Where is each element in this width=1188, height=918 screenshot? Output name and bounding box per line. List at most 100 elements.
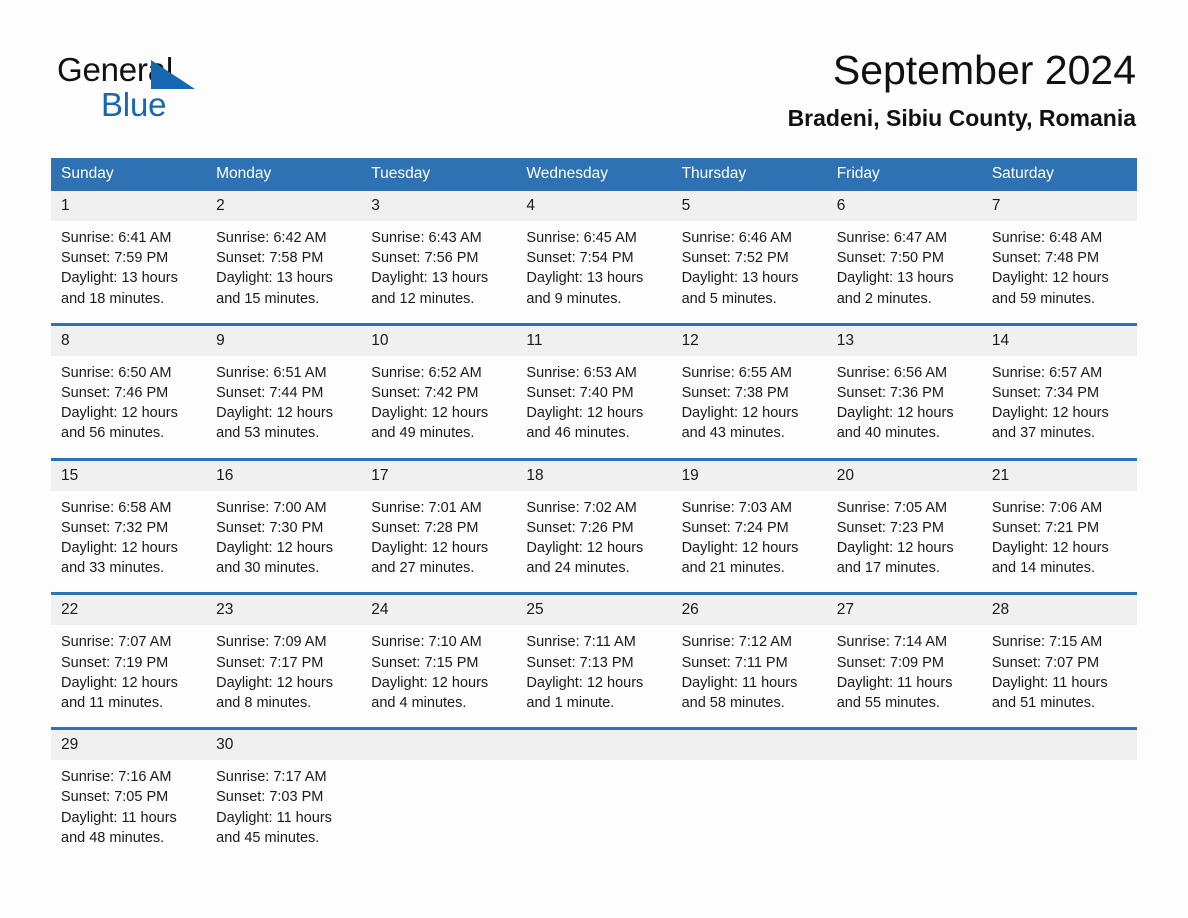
- sunrise-text: Sunrise: 6:48 AM: [991, 230, 1103, 246]
- calendar-day-cell[interactable]: 14 Sunrise: 6:57 AM Sunset: 7:34 PM Dayligh…: [981, 322, 1137, 460]
- daylight-text: Daylight: 12 hours and 14 minutes.: [991, 540, 1109, 577]
- sunset-text: Sunset: 7:24 PM: [681, 519, 789, 536]
- day-number: 30: [206, 730, 362, 761]
- day-details: Sunrise: 6:51 AM Sunset: 7:44 PM Daylight:…: [206, 356, 361, 458]
- day-number: 3: [361, 191, 517, 221]
- calendar-day-cell[interactable]: 12 Sunrise: 6:55 AM Sunset: 7:38 PM Dayligh…: [671, 322, 827, 460]
- calendar-day-cell[interactable]: 22 Sunrise: 7:07 AM Sunset: 7:19 PM Dayligh…: [51, 592, 207, 729]
- calendar-day-cell[interactable]: 3 Sunrise: 6:43 AM Sunset: 7:56 PM Daylight…: [361, 191, 517, 325]
- daylight-text: Daylight: 12 hours and 33 minutes.: [61, 540, 178, 577]
- day-number: 15: [51, 460, 207, 491]
- day-details: [516, 760, 671, 781]
- calendar-day-cell-empty: [826, 727, 982, 863]
- weekday-header-thursday: Thursday: [671, 158, 827, 191]
- page-header: General Blue September 2024 Bradeni, Sib…: [0, 0, 1188, 155]
- weekday-header-friday: Friday: [826, 158, 982, 191]
- sunrise-text: Sunrise: 7:15 AM: [991, 634, 1103, 651]
- calendar-day-cell[interactable]: 2 Sunrise: 6:42 AM Sunset: 7:58 PM Daylight…: [206, 191, 362, 325]
- daylight-text: Daylight: 13 hours and 2 minutes.: [836, 270, 954, 307]
- day-number: 16: [206, 460, 362, 491]
- calendar-day-cell-empty: [671, 727, 827, 863]
- daylight-text: Daylight: 11 hours and 51 minutes.: [991, 674, 1108, 712]
- day-details: Sunrise: 6:50 AM Sunset: 7:46 PM Daylight:…: [51, 356, 206, 458]
- calendar-header-row: Sunday Monday Tuesday Wednesday Thursday…: [51, 158, 1137, 191]
- calendar-day-cell[interactable]: 27 Sunrise: 7:14 AM Sunset: 7:09 PM Dayligh…: [826, 592, 982, 729]
- sunrise-text: Sunrise: 6:46 AM: [681, 230, 792, 246]
- calendar-day-cell[interactable]: 21 Sunrise: 7:06 AM Sunset: 7:21 PM Dayligh…: [981, 457, 1137, 594]
- calendar-day-cell[interactable]: 1 Sunrise: 6:41 AM Sunset: 7:59 PM Daylight…: [51, 191, 207, 325]
- calendar-day-cell[interactable]: 29 Sunrise: 7:16 AM Sunset: 7:05 PM Dayligh…: [51, 727, 207, 863]
- day-details: Sunrise: 7:05 AM Sunset: 7:23 PM Daylight:…: [827, 491, 982, 593]
- daylight-text: Daylight: 12 hours and 43 minutes.: [681, 405, 799, 442]
- day-details: Sunrise: 6:56 AM Sunset: 7:36 PM Daylight:…: [827, 356, 982, 458]
- daylight-text: Daylight: 12 hours and 24 minutes.: [526, 540, 644, 577]
- day-details: Sunrise: 6:47 AM Sunset: 7:50 PM Daylight:…: [827, 221, 982, 323]
- sunrise-text: Sunrise: 6:41 AM: [61, 230, 172, 246]
- day-details: Sunrise: 6:42 AM Sunset: 7:58 PM Daylight:…: [206, 221, 361, 323]
- calendar-day-cell[interactable]: 24 Sunrise: 7:10 AM Sunset: 7:15 PM Dayligh…: [361, 592, 517, 729]
- calendar-day-cell[interactable]: 19 Sunrise: 7:03 AM Sunset: 7:24 PM Dayligh…: [671, 457, 827, 594]
- calendar-day-cell[interactable]: 30 Sunrise: 7:17 AM Sunset: 7:03 PM Dayligh…: [206, 727, 362, 863]
- calendar-day-cell[interactable]: 20 Sunrise: 7:05 AM Sunset: 7:23 PM Dayligh…: [826, 457, 982, 594]
- calendar-week-row: 8 Sunrise: 6:50 AM Sunset: 7:46 PM Daylight…: [51, 322, 1137, 460]
- day-details: [672, 760, 827, 781]
- sunset-text: Sunset: 7:32 PM: [61, 519, 169, 536]
- calendar-day-cell[interactable]: 26 Sunrise: 7:12 AM Sunset: 7:11 PM Dayligh…: [671, 592, 827, 729]
- daylight-text: Daylight: 12 hours and 40 minutes.: [836, 405, 954, 442]
- page-subtitle: Bradeni, Sibiu County, Romania: [787, 105, 1136, 131]
- calendar-day-cell[interactable]: 25 Sunrise: 7:11 AM Sunset: 7:13 PM Dayligh…: [516, 592, 672, 729]
- day-details: Sunrise: 7:09 AM Sunset: 7:17 PM Daylight:…: [206, 625, 361, 727]
- daylight-text: Daylight: 11 hours and 45 minutes.: [216, 809, 332, 846]
- day-number: [516, 730, 672, 761]
- day-details: Sunrise: 7:10 AM Sunset: 7:15 PM Daylight:…: [361, 625, 516, 727]
- weekday-header-saturday: Saturday: [981, 158, 1137, 191]
- sunrise-text: Sunrise: 7:01 AM: [371, 499, 482, 516]
- calendar-day-cell[interactable]: 13 Sunrise: 6:56 AM Sunset: 7:36 PM Dayligh…: [826, 322, 982, 460]
- day-details: Sunrise: 7:12 AM Sunset: 7:11 PM Daylight:…: [672, 625, 827, 727]
- day-number: 9: [206, 325, 362, 356]
- day-details: Sunrise: 7:16 AM Sunset: 7:05 PM Daylight:…: [51, 760, 206, 862]
- daylight-text: Daylight: 12 hours and 27 minutes.: [371, 540, 489, 577]
- day-details: Sunrise: 6:57 AM Sunset: 7:34 PM Daylight:…: [982, 356, 1137, 458]
- sunset-text: Sunset: 7:34 PM: [991, 385, 1100, 402]
- day-details: Sunrise: 7:11 AM Sunset: 7:13 PM Daylight:…: [516, 625, 671, 727]
- calendar-day-cell[interactable]: 9 Sunrise: 6:51 AM Sunset: 7:44 PM Daylight…: [206, 322, 362, 460]
- calendar-week-row: 29 Sunrise: 7:16 AM Sunset: 7:05 PM Dayligh…: [51, 727, 1137, 863]
- calendar-day-cell-empty: [361, 727, 517, 863]
- calendar-day-cell[interactable]: 17 Sunrise: 7:01 AM Sunset: 7:28 PM Dayligh…: [361, 457, 517, 594]
- day-number: 13: [826, 325, 982, 356]
- calendar-day-cell[interactable]: 4 Sunrise: 6:45 AM Sunset: 7:54 PM Daylight…: [516, 191, 672, 325]
- sunset-text: Sunset: 7:17 PM: [216, 654, 324, 671]
- calendar-day-cell[interactable]: 8 Sunrise: 6:50 AM Sunset: 7:46 PM Daylight…: [51, 322, 207, 460]
- calendar-body: 1 Sunrise: 6:41 AM Sunset: 7:59 PM Daylight…: [51, 191, 1137, 863]
- calendar-day-cell[interactable]: 18 Sunrise: 7:02 AM Sunset: 7:26 PM Dayligh…: [516, 457, 672, 594]
- calendar-day-cell[interactable]: 10 Sunrise: 6:52 AM Sunset: 7:42 PM Dayligh…: [361, 322, 517, 460]
- day-number: [826, 730, 982, 761]
- day-details: Sunrise: 6:52 AM Sunset: 7:42 PM Daylight:…: [361, 356, 516, 458]
- sunset-text: Sunset: 7:13 PM: [526, 654, 634, 671]
- calendar-day-cell[interactable]: 15 Sunrise: 6:58 AM Sunset: 7:32 PM Dayligh…: [51, 457, 207, 594]
- calendar-day-cell[interactable]: 28 Sunrise: 7:15 AM Sunset: 7:07 PM Dayligh…: [981, 592, 1137, 729]
- day-number: 28: [981, 595, 1137, 626]
- day-details: Sunrise: 7:01 AM Sunset: 7:28 PM Daylight:…: [361, 491, 516, 593]
- sunset-text: Sunset: 7:11 PM: [681, 654, 788, 671]
- day-details: [827, 760, 982, 781]
- sunrise-text: Sunrise: 6:51 AM: [216, 364, 327, 381]
- calendar-day-cell[interactable]: 16 Sunrise: 7:00 AM Sunset: 7:30 PM Dayligh…: [206, 457, 362, 594]
- calendar-day-cell[interactable]: 6 Sunrise: 6:47 AM Sunset: 7:50 PM Daylight…: [826, 191, 982, 325]
- day-number: 25: [516, 595, 672, 626]
- calendar-day-cell[interactable]: 23 Sunrise: 7:09 AM Sunset: 7:17 PM Dayligh…: [206, 592, 362, 729]
- day-details: Sunrise: 6:55 AM Sunset: 7:38 PM Daylight:…: [672, 356, 827, 458]
- day-number: 14: [981, 325, 1137, 356]
- sunset-text: Sunset: 7:46 PM: [61, 385, 169, 402]
- day-details: Sunrise: 7:02 AM Sunset: 7:26 PM Daylight:…: [516, 491, 671, 593]
- sunrise-text: Sunrise: 7:06 AM: [991, 499, 1103, 516]
- sunrise-text: Sunrise: 7:07 AM: [61, 634, 172, 651]
- day-details: Sunrise: 7:07 AM Sunset: 7:19 PM Daylight:…: [51, 625, 206, 727]
- calendar-day-cell[interactable]: 11 Sunrise: 6:53 AM Sunset: 7:40 PM Dayligh…: [516, 322, 672, 460]
- calendar-day-cell[interactable]: 5 Sunrise: 6:46 AM Sunset: 7:52 PM Daylight…: [671, 191, 827, 325]
- daylight-text: Daylight: 12 hours and 21 minutes.: [681, 540, 799, 577]
- generalblue-logo[interactable]: General Blue: [57, 52, 257, 124]
- calendar-day-cell[interactable]: 7 Sunrise: 6:48 AM Sunset: 7:48 PM Daylight…: [981, 191, 1137, 325]
- sunset-text: Sunset: 7:07 PM: [991, 654, 1100, 671]
